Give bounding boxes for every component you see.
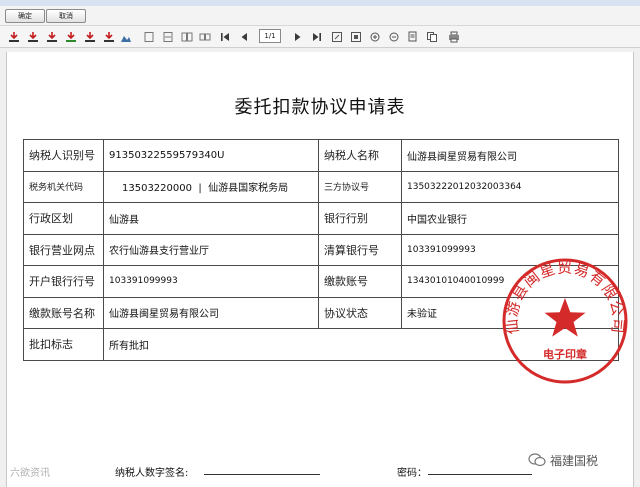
form-label: 缴款账号 — [318, 265, 402, 298]
last-page-icon[interactable] — [311, 31, 323, 43]
cancel-button[interactable]: 取消 — [46, 9, 86, 23]
export-image-icon[interactable] — [65, 31, 77, 43]
page-double-icon[interactable] — [181, 31, 193, 43]
zoom-out-icon[interactable] — [388, 31, 400, 43]
form-label: 税务机关代码 — [23, 170, 104, 203]
print-icon[interactable] — [448, 31, 460, 43]
seal-center-text: 电子印章 — [543, 347, 587, 361]
form-value: 13503222012032003364 — [401, 170, 619, 203]
password-label: 密码： — [397, 468, 427, 479]
previous-page-icon[interactable] — [238, 31, 250, 43]
brand-watermark: 福建国税 — [528, 450, 598, 470]
form-value: 仙游县 — [103, 202, 319, 235]
export-excel-icon[interactable] — [27, 31, 39, 43]
signature-label: 纳税人数字签名: — [115, 468, 189, 479]
page-single-icon[interactable] — [143, 31, 155, 43]
confirm-button[interactable]: 确定 — [5, 9, 45, 23]
report-toolbar: 1/1 — [0, 26, 640, 48]
print-preview-icon[interactable] — [120, 31, 132, 43]
form-value: 103391099993 — [103, 265, 319, 298]
form-value: 91350322559579340U — [103, 139, 319, 172]
electronic-seal: 仙游县闽星贸易有限公司 电子印章 — [502, 258, 628, 384]
page-width-icon[interactable] — [162, 31, 174, 43]
form-value: 13503220000 | 仙游县国家税务局 — [103, 170, 319, 203]
seal-star-icon — [544, 298, 586, 337]
form-value: 中国农业银行 — [401, 202, 619, 235]
next-page-icon[interactable] — [292, 31, 304, 43]
form-label: 缴款账号名称 — [23, 296, 104, 329]
form-label: 纳税人识别号 — [23, 139, 104, 172]
form-label: 协议状态 — [318, 296, 402, 329]
first-page-icon[interactable] — [219, 31, 231, 43]
form-value: 仙游县闽星贸易有限公司 — [401, 139, 619, 172]
brand-text: 福建国税 — [550, 453, 599, 468]
export-word-icon[interactable] — [46, 31, 58, 43]
table-row: 纳税人识别号 91350322559579340U 纳税人名称 仙游县闽星贸易有… — [23, 139, 619, 172]
fit-page-icon[interactable] — [331, 31, 343, 43]
table-row: 行政区划 仙游县 银行行别 中国农业银行 — [23, 202, 619, 235]
form-label: 三方协议号 — [318, 170, 402, 203]
wechat-icon — [528, 453, 546, 467]
export-html-icon[interactable] — [84, 31, 96, 43]
form-value: 仙游县闽星贸易有限公司 — [103, 296, 319, 329]
form-label: 行政区划 — [23, 202, 104, 235]
zoom-in-icon[interactable] — [369, 31, 381, 43]
document-title: 委托扣款协议申请表 — [234, 97, 406, 118]
form-value: 农行仙游县支行营业厅 — [103, 233, 319, 266]
form-label: 纳税人名称 — [318, 139, 402, 172]
password-line — [428, 474, 532, 475]
page-number-field[interactable]: 1/1 — [259, 29, 281, 43]
form-label: 银行营业网点 — [23, 233, 104, 266]
form-label: 清算银行号 — [318, 233, 402, 266]
find-icon[interactable] — [407, 31, 419, 43]
page-multi-icon[interactable] — [199, 31, 211, 43]
copy-icon[interactable] — [426, 31, 438, 43]
export-text-icon[interactable] — [103, 31, 115, 43]
dialog-button-bar: 确定 取消 — [0, 6, 640, 26]
form-label: 开户银行行号 — [23, 265, 104, 298]
watermark-left: 六欲资讯 — [10, 468, 50, 479]
export-pdf-icon[interactable] — [8, 31, 20, 43]
table-row: 税务机关代码 13503220000 | 仙游县国家税务局 三方协议号 1350… — [23, 170, 619, 203]
form-label: 批扣标志 — [23, 328, 104, 361]
actual-size-icon[interactable] — [350, 31, 362, 43]
signature-line — [204, 474, 320, 475]
form-label: 银行行别 — [318, 202, 402, 235]
